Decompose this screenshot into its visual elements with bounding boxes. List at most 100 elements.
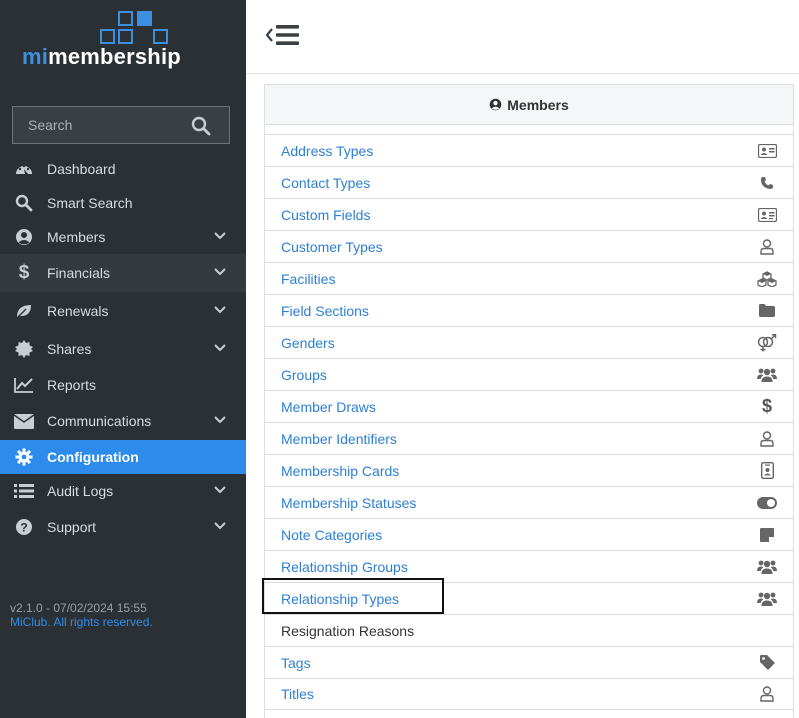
list-item-resignation-reasons[interactable]: Resignation Reasons — [265, 614, 793, 646]
sidebar-item-audit-logs[interactable]: Audit Logs — [0, 474, 246, 508]
leaf-icon — [14, 301, 34, 321]
sidebar-item-smart-search[interactable]: Smart Search — [0, 186, 246, 220]
sidebar-item-label: Smart Search — [47, 195, 133, 211]
list-item-label[interactable]: Address Types — [281, 143, 373, 159]
list-item-label[interactable]: Facilities — [281, 271, 335, 287]
list-item-label[interactable]: Relationship Groups — [281, 559, 408, 575]
sidebar-item-reports[interactable]: Reports — [0, 368, 246, 402]
list-item-label[interactable]: Relationship Types — [281, 591, 399, 607]
phone-icon — [757, 174, 777, 192]
gender-icon — [757, 333, 777, 352]
chevron-down-icon — [214, 306, 226, 314]
list-item-custom-fields[interactable]: Custom Fields — [265, 198, 793, 230]
list-item-label[interactable]: Genders — [281, 335, 335, 351]
list-item-label[interactable]: Field Sections — [281, 303, 369, 319]
chevron-down-icon — [214, 232, 226, 240]
users-icon — [757, 366, 777, 384]
list-item-titles[interactable]: Titles — [265, 678, 793, 710]
list-item-member-identifiers[interactable]: Member Identifiers — [265, 422, 793, 454]
question-circle-icon: ? — [14, 517, 34, 537]
list-item-label[interactable]: Customer Types — [281, 239, 383, 255]
list-item-membership-cards[interactable]: Membership Cards — [265, 454, 793, 486]
top-bar — [246, 0, 799, 74]
config-list: Address Types Contact Types Custom Field… — [265, 125, 793, 710]
sidebar-item-members[interactable]: Members — [0, 220, 246, 254]
user-icon — [757, 238, 777, 256]
user-icon — [757, 430, 777, 448]
list-item-label[interactable]: Resignation Reasons — [281, 623, 414, 639]
list-item-label[interactable]: Membership Cards — [281, 463, 399, 479]
id-badge-icon — [757, 462, 777, 480]
folder-icon — [757, 302, 777, 320]
sidebar-item-communications[interactable]: Communications — [0, 402, 246, 440]
sidebar-item-label: Shares — [47, 341, 92, 357]
list-item-note-categories[interactable]: Note Categories — [265, 518, 793, 550]
line-chart-icon — [14, 375, 34, 395]
certificate-icon — [14, 339, 34, 359]
list-item-contact-types[interactable]: Contact Types — [265, 166, 793, 198]
list-item-label[interactable]: Member Identifiers — [281, 431, 397, 447]
cubes-icon — [757, 270, 777, 288]
chevron-down-icon — [214, 486, 226, 494]
sidebar: mimembership Dashboard Smart Search Memb… — [0, 0, 246, 718]
list-item-label[interactable]: Titles — [281, 686, 314, 702]
chevron-down-icon — [214, 344, 226, 352]
sidebar-item-dashboard[interactable]: Dashboard — [0, 152, 246, 186]
sidebar-item-label: Renewals — [47, 303, 109, 319]
list-item-membership-statuses[interactable]: Membership Statuses — [265, 486, 793, 518]
sidebar-item-financials[interactable]: $ Financials — [0, 254, 246, 292]
toggle-icon — [757, 494, 777, 512]
sticky-note-icon — [757, 526, 777, 544]
list-item-label[interactable]: Note Categories — [281, 527, 382, 543]
list-item-facilities[interactable]: Facilities — [265, 262, 793, 294]
chevron-down-icon — [214, 268, 226, 276]
users-icon — [757, 558, 777, 576]
logo-text-suffix: membership — [48, 44, 181, 69]
version-text: v2.1.0 - 07/02/2024 15:55 — [10, 601, 147, 615]
dashboard-icon — [14, 159, 34, 179]
list-item-label[interactable]: Contact Types — [281, 175, 370, 191]
list-item-field-sections[interactable]: Field Sections — [265, 294, 793, 326]
list-item-address-types[interactable]: Address Types — [265, 134, 793, 166]
list-icon — [14, 481, 34, 501]
chevron-down-icon — [214, 416, 226, 424]
list-item-customer-types[interactable]: Customer Types — [265, 230, 793, 262]
user-circle-icon — [14, 227, 34, 247]
dollar-icon: $ — [761, 396, 772, 416]
sidebar-item-label: Configuration — [47, 449, 139, 465]
tag-icon — [757, 654, 777, 672]
users-icon — [757, 590, 777, 608]
search-input[interactable] — [13, 107, 183, 143]
search-box — [12, 106, 230, 144]
sidebar-item-label: Communications — [47, 413, 152, 429]
list-item-label[interactable]: Member Draws — [281, 399, 376, 415]
list-item-groups[interactable]: Groups — [265, 358, 793, 390]
list-item-label[interactable]: Tags — [281, 655, 311, 671]
sidebar-item-renewals[interactable]: Renewals — [0, 292, 246, 330]
svg-text:?: ? — [20, 521, 27, 535]
gear-icon — [14, 447, 34, 467]
copyright-text[interactable]: MiClub. All rights reserved. — [10, 615, 153, 629]
logo-text-prefix: mi — [22, 44, 49, 69]
sidebar-nav: Dashboard Smart Search Members $ Financi… — [0, 152, 246, 546]
list-item-label[interactable]: Membership Statuses — [281, 495, 416, 511]
brand-logo[interactable]: mimembership — [0, 0, 246, 76]
list-item-member-draws[interactable]: Member Draws $ — [265, 390, 793, 422]
list-item-label[interactable]: Custom Fields — [281, 207, 370, 223]
search-icon — [14, 193, 34, 213]
sidebar-item-shares[interactable]: Shares — [0, 330, 246, 368]
search-icon[interactable] — [191, 116, 211, 136]
sidebar-item-configuration[interactable]: Configuration — [0, 440, 246, 474]
list-item-relationship-groups[interactable]: Relationship Groups — [265, 550, 793, 582]
address-card-icon — [757, 142, 777, 160]
list-item-label[interactable]: Groups — [281, 367, 327, 383]
sidebar-item-support[interactable]: ? Support — [0, 508, 246, 546]
user-icon — [757, 685, 777, 703]
list-item-relationship-types[interactable]: Relationship Types — [265, 582, 793, 614]
list-item-tags[interactable]: Tags — [265, 646, 793, 678]
members-panel: Members Address Types Contact Types Cust… — [264, 84, 794, 718]
sidebar-item-label: Support — [47, 519, 97, 535]
panel-header: Members — [265, 85, 793, 125]
list-item-genders[interactable]: Genders — [265, 326, 793, 358]
menu-collapse-icon[interactable] — [266, 24, 302, 46]
